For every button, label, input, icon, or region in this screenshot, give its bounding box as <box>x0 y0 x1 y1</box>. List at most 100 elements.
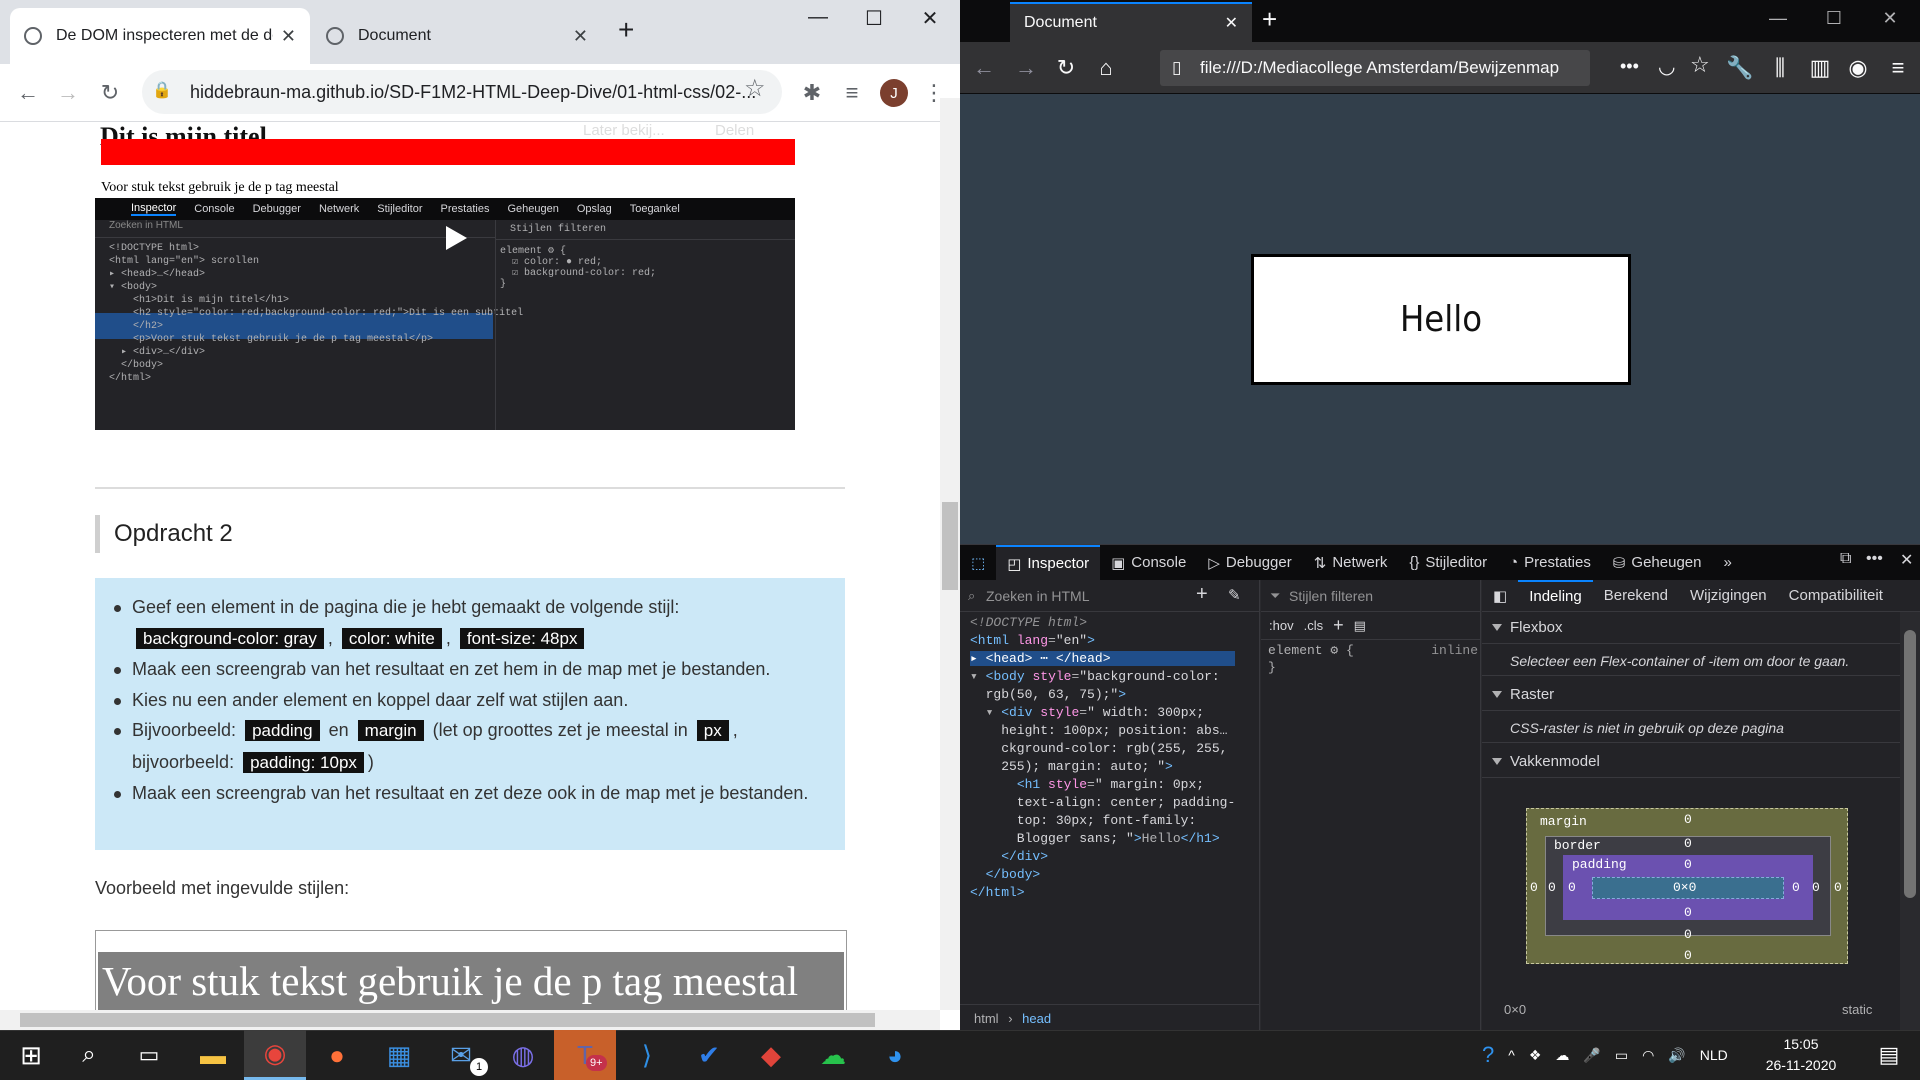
firefox-tab-document[interactable]: Document ✕ <box>1010 2 1252 42</box>
menu-icon[interactable]: ≡ <box>1878 42 1918 94</box>
toggle-pane-icon[interactable]: ◧ <box>1482 580 1518 612</box>
notifications-icon[interactable]: ▤ <box>1858 1030 1920 1080</box>
padding-right-value[interactable]: 0 <box>1792 880 1800 895</box>
reload-icon[interactable]: ↻ <box>88 64 132 122</box>
more-tabs-icon[interactable]: » <box>1713 545 1743 581</box>
grid-section-header[interactable]: Raster <box>1482 679 1900 711</box>
url-bar[interactable]: file:///D:/Mediacollege Amsterdam/Bewijz… <box>1160 50 1590 86</box>
element-rule[interactable]: element ⚙ { inline } <box>1268 642 1478 676</box>
search-icon[interactable]: ⌕ <box>58 1030 120 1080</box>
horizontal-scroll-thumb[interactable] <box>20 1013 875 1027</box>
chrome-tab-active[interactable]: De DOM inspecteren met de dev ✕ <box>10 8 310 64</box>
play-icon[interactable] <box>440 223 470 253</box>
breadcrumb-item[interactable]: head <box>1022 1011 1051 1026</box>
file-explorer-icon[interactable]: ▬ <box>182 1030 244 1080</box>
vertical-scroll-thumb[interactable] <box>942 502 958 590</box>
new-tab-button[interactable]: + <box>618 14 634 46</box>
close-tab-icon[interactable]: ✕ <box>1225 13 1238 33</box>
maximize-button[interactable]: ☐ <box>846 6 902 31</box>
reload-icon[interactable]: ↻ <box>1046 42 1086 94</box>
bookmark-star-icon[interactable]: ☆ <box>1690 52 1710 78</box>
maximize-button[interactable]: ☐ <box>1806 8 1862 29</box>
margin-right-value[interactable]: 0 <box>1834 880 1842 895</box>
styles-filter-input[interactable]: Stijlen filteren <box>1261 580 1481 612</box>
volume-icon[interactable]: 🔊 <box>1668 1047 1685 1064</box>
html-search-input[interactable]: Zoeken in HTML <box>960 580 1260 612</box>
breadcrumb-item[interactable]: html <box>974 1011 999 1026</box>
pick-element-icon[interactable]: ⬚ <box>960 545 996 581</box>
add-node-icon[interactable]: + <box>1196 583 1208 606</box>
library-icon[interactable]: ⫼ <box>1760 42 1800 94</box>
tab-console[interactable]: ▣ Console <box>1100 545 1197 581</box>
border-top-value[interactable]: 0 <box>1684 836 1692 851</box>
cls-button[interactable]: .cls <box>1304 618 1324 633</box>
tab-computed[interactable]: Berekend <box>1593 580 1679 612</box>
layout-scroll-thumb[interactable] <box>1904 630 1916 898</box>
discord-icon[interactable]: ◍ <box>492 1030 554 1080</box>
chrome-tab-document[interactable]: Document ✕ <box>312 8 602 64</box>
more-icon[interactable]: ••• <box>1620 56 1639 77</box>
tab-debugger[interactable]: ▷ Debugger <box>1197 545 1302 581</box>
print-icon[interactable]: ▤ <box>1354 618 1366 634</box>
bookmark-star-icon[interactable]: ☆ <box>744 74 766 103</box>
calendar-icon[interactable]: ▦ <box>368 1030 430 1080</box>
lock-icon[interactable]: 🔒 <box>152 80 172 102</box>
home-icon[interactable]: ⌂ <box>1086 42 1126 94</box>
battery-icon[interactable]: ▭ <box>1615 1047 1628 1064</box>
extensions-icon[interactable]: ✱ <box>790 64 834 122</box>
new-tab-button[interactable]: + <box>1262 4 1277 35</box>
close-tab-icon[interactable]: ✕ <box>281 26 296 47</box>
margin-left-value[interactable]: 0 <box>1530 880 1538 895</box>
cloud-app-icon[interactable]: ☁ <box>802 1030 864 1080</box>
tab-performance[interactable]: ◔ Prestaties <box>1498 545 1602 581</box>
page-info-icon[interactable]: ▯ <box>1172 58 1181 78</box>
chevron-up-icon[interactable]: ^ <box>1508 1047 1515 1063</box>
tab-compatibility[interactable]: Compatibiliteit <box>1778 580 1894 612</box>
language-indicator[interactable]: NLD <box>1700 1047 1728 1063</box>
wifi-icon[interactable]: ◠ <box>1642 1047 1654 1064</box>
hov-button[interactable]: :hov <box>1269 618 1294 633</box>
tab-style-editor[interactable]: {} Stijleditor <box>1398 545 1498 581</box>
clock[interactable]: 15:05 26-11-2020 <box>1764 1034 1838 1076</box>
add-rule-icon[interactable]: + <box>1333 615 1344 636</box>
firefox-taskbar-icon[interactable]: ● <box>306 1030 368 1080</box>
minimize-button[interactable]: — <box>1750 8 1806 29</box>
task-view-icon[interactable]: ▭ <box>118 1030 180 1080</box>
close-devtools-icon[interactable]: ✕ <box>1900 550 1913 570</box>
git-icon[interactable]: ◆ <box>740 1030 802 1080</box>
video-share[interactable]: Delen <box>715 122 754 139</box>
devtools-menu-icon[interactable]: ••• <box>1866 550 1883 568</box>
chrome-taskbar-icon[interactable]: ◉ <box>244 1030 306 1080</box>
padding-bottom-value[interactable]: 0 <box>1684 905 1692 920</box>
markup-tree[interactable]: <!DOCTYPE html> <html lang="en"> ▸ <head… <box>970 614 1258 902</box>
tab-changes[interactable]: Wijzigingen <box>1679 580 1778 612</box>
padding-top-value[interactable]: 0 <box>1684 857 1692 872</box>
video-watch-later[interactable]: Later bekij... <box>583 122 665 139</box>
sidebar-icon[interactable]: ▥ <box>1800 42 1840 94</box>
onedrive-icon[interactable]: ☁ <box>1555 1047 1569 1064</box>
vscode-icon[interactable]: ⟩ <box>616 1030 678 1080</box>
microphone-icon[interactable]: 🎤 <box>1583 1047 1600 1064</box>
avatar[interactable]: J <box>880 79 908 107</box>
dropbox-icon[interactable]: ❖ <box>1529 1047 1542 1064</box>
flexbox-section-header[interactable]: Flexbox <box>1482 612 1900 644</box>
wrench-icon[interactable]: 🔧 <box>1720 42 1760 94</box>
close-window-button[interactable]: ✕ <box>902 6 958 31</box>
back-icon[interactable]: ← <box>964 42 1004 94</box>
eyedropper-icon[interactable]: ✎ <box>1228 586 1241 604</box>
tab-layout[interactable]: Indeling <box>1518 579 1593 612</box>
border-right-value[interactable]: 0 <box>1812 880 1820 895</box>
firefox-dev-icon[interactable]: ◕ <box>864 1030 926 1080</box>
border-left-value[interactable]: 0 <box>1548 880 1556 895</box>
back-icon[interactable]: ← <box>6 64 50 122</box>
account-icon[interactable]: ◉ <box>1838 42 1878 94</box>
tab-memory[interactable]: ⛁ Geheugen <box>1602 545 1713 581</box>
address-bar[interactable]: hiddebraun-ma.github.io/SD-F1M2-HTML-Dee… <box>142 70 782 114</box>
box-model-section-header[interactable]: Vakkenmodel <box>1482 746 1900 778</box>
border-bottom-value[interactable]: 0 <box>1684 927 1692 942</box>
teams-icon[interactable]: T <box>554 1030 616 1080</box>
media-icon[interactable]: ≡ <box>830 64 874 122</box>
margin-top-value[interactable]: 0 <box>1684 812 1692 827</box>
help-icon[interactable]: ? <box>1482 1042 1494 1068</box>
close-window-button[interactable]: ✕ <box>1862 8 1918 29</box>
